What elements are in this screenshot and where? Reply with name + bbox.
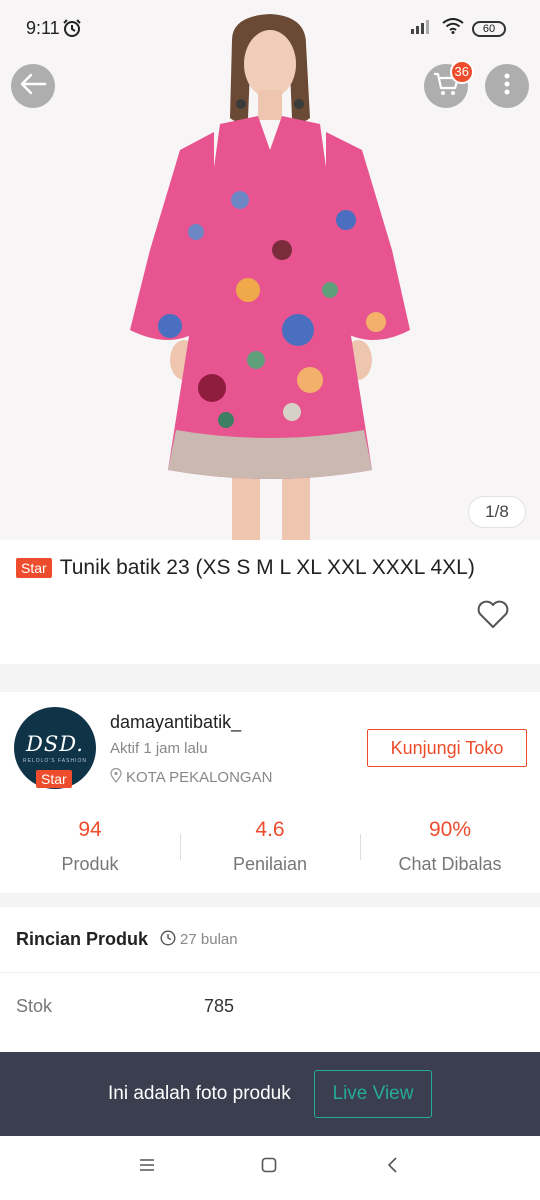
menu-icon[interactable] [138,1156,156,1179]
product-title: Tunik batik 23 (XS S M L XL XXL XXXL 4XL… [59,556,475,579]
stat-value: 90% [428,818,472,841]
product-title-row: Star Tunik batik 23 (XS S M L XL XXL XXX… [16,556,526,580]
product-page: 9:11 60 36 1/8 Star Tunik batik 23 (XS S… [0,0,540,1200]
star-badge: Star [16,558,52,578]
details-time-text: 27 bulan [180,931,238,948]
system-nav-bar [0,1136,540,1200]
stat-value: 94 [78,818,102,841]
stat-value: 4.6 [255,818,285,841]
status-time: 9:11 [26,18,60,38]
more-options-button[interactable] [485,64,529,108]
banner-text: Ini adalah foto produk [108,1083,291,1104]
stat-divider [180,834,181,860]
stock-label: Stok [16,996,53,1016]
location-pin-icon [110,767,122,787]
back-chevron-icon[interactable] [384,1156,402,1179]
alarm-icon [62,18,82,43]
stat-label: Produk [61,854,119,874]
divider [0,972,540,973]
stock-value: 785 [204,996,235,1016]
product-image[interactable]: 9:11 60 36 1/8 [0,0,540,540]
status-bar: 9:11 60 [0,0,540,56]
details-title: Rincian Produk [16,929,149,949]
image-counter: 1/8 [468,496,526,528]
shop-stats: 94 Produk 4.6 Penilaian 90% Chat Dibalas [0,812,540,884]
signal-icon [410,18,434,39]
cart-count-badge: 36 [449,60,474,84]
details-time: 27 bulan [160,929,238,950]
back-button[interactable] [11,64,55,108]
stat-label: Penilaian [232,854,308,874]
stat-chat-reply[interactable]: 90% Chat Dibalas [360,812,540,884]
shop-location: KOTA PEKALONGAN [110,767,273,787]
back-arrow-icon [19,72,47,101]
status-icons: 60 [410,18,506,39]
shop-location-text: KOTA PEKALONGAN [126,769,273,786]
section-gap [0,664,540,692]
section-gap [0,893,540,907]
heart-icon[interactable] [476,600,510,635]
more-vertical-icon [504,72,510,101]
stat-products[interactable]: 94 Produk [0,812,180,884]
live-view-button[interactable]: Live View [314,1070,432,1118]
stat-rating[interactable]: 4.6 Penilaian [180,812,360,884]
product-photo-banner: Ini adalah foto produk Live View [0,1052,540,1136]
wifi-icon [442,18,464,39]
clock-icon [160,929,176,950]
stat-label: Chat Dibalas [398,854,502,874]
avatar-logo-text: DSD. [26,732,84,756]
visit-shop-button[interactable]: Kunjungi Toko [367,729,527,767]
battery-icon: 60 [472,20,506,37]
cart-button[interactable]: 36 [424,60,474,108]
avatar-logo-subtext: RELOLO'S FASHION [23,758,87,764]
product-details-header: Rincian Produk 27 bulan [16,929,238,950]
home-square-icon[interactable] [260,1156,278,1179]
shop-active-status: Aktif 1 jam lalu [110,740,208,757]
shop-name[interactable]: damayantibatik_ [110,712,241,733]
shop-star-badge: Star [36,770,72,788]
stat-divider [360,834,361,860]
